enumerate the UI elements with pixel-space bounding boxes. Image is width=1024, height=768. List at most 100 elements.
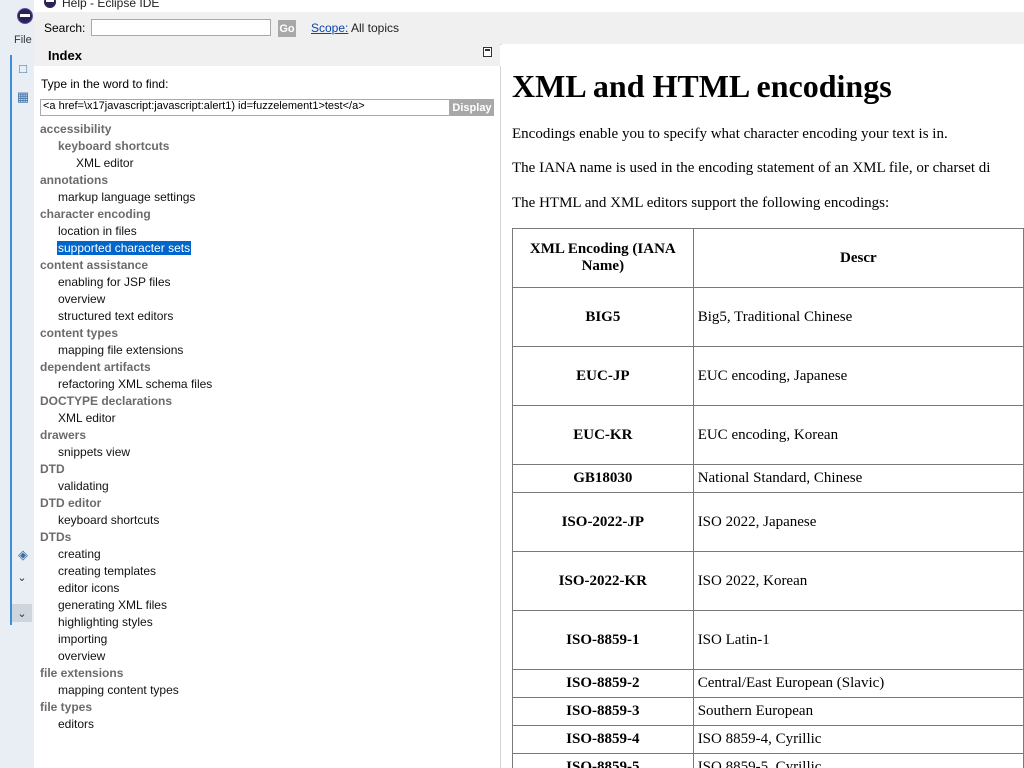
index-list: accessibility keyboard shortcuts XML edito… bbox=[34, 121, 500, 733]
find-input[interactable]: <a href=\x17javascript:javascript:alert1… bbox=[40, 99, 450, 116]
encoding-description-cell: Central/East European (Slavic) bbox=[692, 669, 1024, 698]
index-item-label: DOCTYPE declarations bbox=[40, 394, 173, 408]
table-row: EUC-KR EUC encoding, Korean bbox=[512, 405, 1024, 465]
index-item-label: DTD bbox=[40, 462, 65, 476]
index-item-label: snippets view bbox=[58, 445, 131, 459]
index-item[interactable]: editor icons bbox=[34, 580, 500, 597]
table-row: BIG5 Big5, Traditional Chinese bbox=[512, 287, 1024, 347]
index-item[interactable]: mapping content types bbox=[34, 682, 500, 699]
window-title: Help - Eclipse IDE bbox=[62, 0, 160, 10]
find-label: Type in the word to find: bbox=[41, 77, 169, 91]
index-item[interactable]: location in files bbox=[34, 223, 500, 240]
index-item-label: refactoring XML schema files bbox=[58, 377, 213, 391]
index-item-label: file extensions bbox=[40, 666, 124, 680]
index-item[interactable]: DTDs bbox=[34, 529, 500, 546]
scope-value: All topics bbox=[351, 21, 400, 35]
index-item[interactable]: overview bbox=[34, 291, 500, 308]
table-row: ISO-8859-3 Southern European bbox=[512, 697, 1024, 726]
encoding-name-cell: GB18030 bbox=[512, 464, 694, 493]
encoding-name-cell: EUC-JP bbox=[512, 346, 694, 406]
index-item[interactable]: snippets view bbox=[34, 444, 500, 461]
view-menu-chevron-icon[interactable]: ⌄ bbox=[12, 604, 32, 622]
index-item[interactable]: XML editor bbox=[34, 155, 500, 172]
index-item[interactable]: supported character sets bbox=[34, 240, 500, 257]
encoding-description-cell: National Standard, Chinese bbox=[692, 464, 1024, 493]
index-item[interactable]: generating XML files bbox=[34, 597, 500, 614]
index-item[interactable]: highlighting styles bbox=[34, 614, 500, 631]
index-item-label: DTDs bbox=[40, 530, 72, 544]
index-item[interactable]: enabling for JSP files bbox=[34, 274, 500, 291]
index-item[interactable]: drawers bbox=[34, 427, 500, 444]
index-item[interactable]: DOCTYPE declarations bbox=[34, 393, 500, 410]
index-item[interactable]: overview bbox=[34, 648, 500, 665]
new-file-icon[interactable]: □ bbox=[14, 59, 32, 77]
index-item[interactable]: structured text editors bbox=[34, 308, 500, 325]
go-button[interactable]: Go bbox=[278, 20, 296, 37]
index-item-label: keyboard shortcuts bbox=[58, 513, 160, 527]
index-item[interactable]: annotations bbox=[34, 172, 500, 189]
search-label: Search: bbox=[44, 21, 86, 35]
paragraph: The HTML and XML editors support the fol… bbox=[512, 195, 890, 211]
index-item-label: dependent artifacts bbox=[40, 360, 151, 374]
index-item[interactable]: keyboard shortcuts bbox=[34, 138, 500, 155]
minimize-icon[interactable] bbox=[483, 47, 492, 57]
encoding-name-cell: ISO-8859-2 bbox=[512, 669, 694, 698]
encoding-description-cell: EUC encoding, Korean bbox=[692, 405, 1024, 465]
index-item[interactable]: validating bbox=[34, 478, 500, 495]
index-item[interactable]: file extensions bbox=[34, 665, 500, 682]
index-item-label: file types bbox=[40, 700, 93, 714]
index-item[interactable]: keyboard shortcuts bbox=[34, 512, 500, 529]
index-item-label: editors bbox=[58, 717, 95, 731]
index-item[interactable]: dependent artifacts bbox=[34, 359, 500, 376]
scope-link[interactable]: Scope: bbox=[311, 21, 348, 35]
index-item-label: creating templates bbox=[58, 564, 157, 578]
index-item-label: DTD editor bbox=[40, 496, 102, 510]
index-item[interactable]: creating templates bbox=[34, 563, 500, 580]
encoding-name-cell: ISO-8859-1 bbox=[512, 610, 694, 670]
index-item-label: content assistance bbox=[40, 258, 149, 272]
index-item[interactable]: DTD bbox=[34, 461, 500, 478]
encoding-name-cell: ISO-8859-5 bbox=[512, 753, 694, 768]
index-item[interactable]: mapping file extensions bbox=[34, 342, 500, 359]
table-row: ISO-2022-KR ISO 2022, Korean bbox=[512, 551, 1024, 611]
encoding-name-cell: ISO-2022-KR bbox=[512, 551, 694, 611]
file-menu[interactable]: File bbox=[14, 34, 32, 46]
table-header-row: XML Encoding (IANA Name) Descr bbox=[512, 228, 1024, 288]
table-row: ISO-8859-1 ISO Latin-1 bbox=[512, 610, 1024, 670]
title-bar[interactable]: Help - Eclipse IDE bbox=[34, 0, 1024, 12]
index-item-label: highlighting styles bbox=[58, 615, 153, 629]
index-item[interactable]: content types bbox=[34, 325, 500, 342]
index-item[interactable]: editors bbox=[34, 716, 500, 733]
index-item[interactable]: refactoring XML schema files bbox=[34, 376, 500, 393]
encoding-description-cell: ISO 2022, Japanese bbox=[692, 492, 1024, 552]
index-item[interactable]: creating bbox=[34, 546, 500, 563]
index-item-label: importing bbox=[58, 632, 108, 646]
index-item[interactable]: content assistance bbox=[34, 257, 500, 274]
index-item[interactable]: file types bbox=[34, 699, 500, 716]
index-item-label: keyboard shortcuts bbox=[58, 139, 170, 153]
index-item-label: generating XML files bbox=[58, 598, 167, 612]
index-item[interactable]: markup language settings bbox=[34, 189, 500, 206]
background-workbench: File □ ▦ ◈ ⌄ ⌄ bbox=[0, 0, 35, 768]
index-item-label: overview bbox=[58, 649, 106, 663]
index-item-label: XML editor bbox=[58, 411, 116, 425]
index-item[interactable]: character encoding bbox=[34, 206, 500, 223]
index-tab[interactable]: Index bbox=[48, 48, 82, 63]
index-item[interactable]: XML editor bbox=[34, 410, 500, 427]
index-item-label: enabling for JSP files bbox=[58, 275, 171, 289]
index-item-label: mapping content types bbox=[58, 683, 179, 697]
project-explorer-icon[interactable]: ▦ bbox=[14, 88, 32, 106]
index-item[interactable]: importing bbox=[34, 631, 500, 648]
column-header-description: Descr bbox=[692, 228, 1024, 288]
index-item-label: editor icons bbox=[58, 581, 120, 595]
display-button[interactable]: Display bbox=[450, 99, 494, 116]
index-item-label: accessibility bbox=[40, 122, 112, 136]
index-item[interactable]: accessibility bbox=[34, 121, 500, 138]
outline-icon[interactable]: ◈ bbox=[14, 546, 32, 564]
search-input[interactable] bbox=[91, 19, 271, 36]
encoding-description-cell: ISO 8859-5, Cyrillic bbox=[692, 753, 1024, 768]
index-item[interactable]: DTD editor bbox=[34, 495, 500, 512]
chevron-down-icon[interactable]: ⌄ bbox=[12, 568, 32, 586]
index-item-label: character encoding bbox=[40, 207, 151, 221]
workbench-border bbox=[10, 55, 12, 625]
